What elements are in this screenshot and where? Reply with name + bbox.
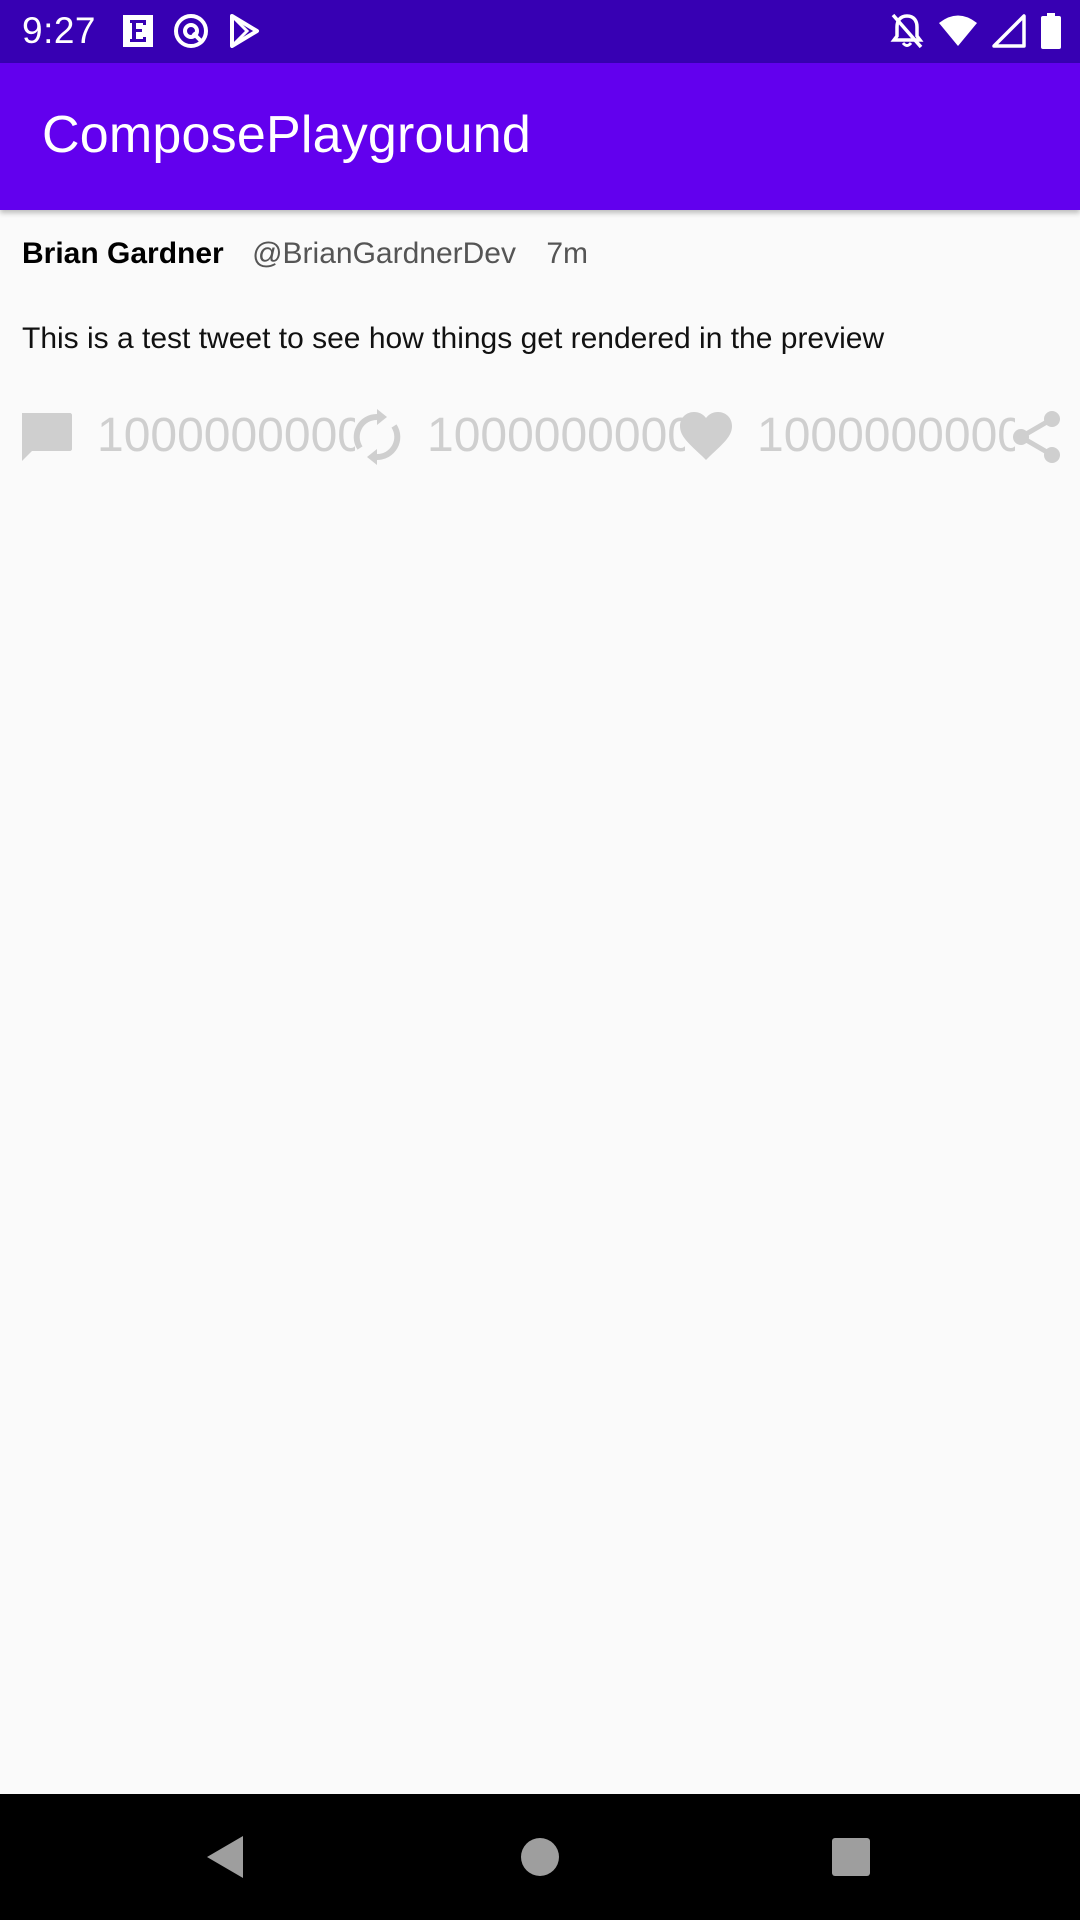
tweet-body: This is a test tweet to see how things g… (22, 322, 885, 355)
recents-icon[interactable] (816, 1822, 886, 1892)
cell-signal-icon (992, 14, 1026, 48)
status-time: 9:27 (22, 10, 97, 51)
play-store-icon (228, 14, 260, 48)
wifi-icon (938, 14, 978, 48)
tweet-time: 7m (546, 237, 589, 270)
back-icon[interactable] (190, 1822, 260, 1892)
status-left-icons (122, 11, 260, 51)
battery-icon (1040, 13, 1062, 49)
navigation-bar (0, 1794, 1080, 1920)
comment-icon[interactable] (17, 408, 75, 466)
app-title: ComposePlayground (42, 106, 532, 164)
like-count: 1000000000 (757, 409, 1015, 462)
tweet-header: Brian Gardner @BrianGardnerDev 7m (22, 236, 588, 272)
retweet-count: 1000000000 (427, 409, 685, 462)
home-icon[interactable] (505, 1822, 575, 1892)
author-name: Brian Gardner (22, 237, 224, 270)
status-right-icons (890, 11, 1062, 51)
etsy-icon (122, 14, 154, 48)
status-bar: 9:27 (0, 0, 1080, 63)
app-bar: ComposePlayground (0, 63, 1080, 210)
comment-count: 1000000000 (97, 409, 355, 462)
retweet-icon[interactable] (348, 408, 406, 466)
notifications-off-icon (890, 12, 924, 50)
tweet-actions: 1000000000 1000000000 1000000000 (0, 400, 1080, 470)
sync-badge-icon (172, 12, 210, 50)
author-handle: @BrianGardnerDev (252, 237, 516, 270)
heart-icon[interactable] (677, 408, 735, 466)
share-icon[interactable] (1008, 408, 1066, 466)
